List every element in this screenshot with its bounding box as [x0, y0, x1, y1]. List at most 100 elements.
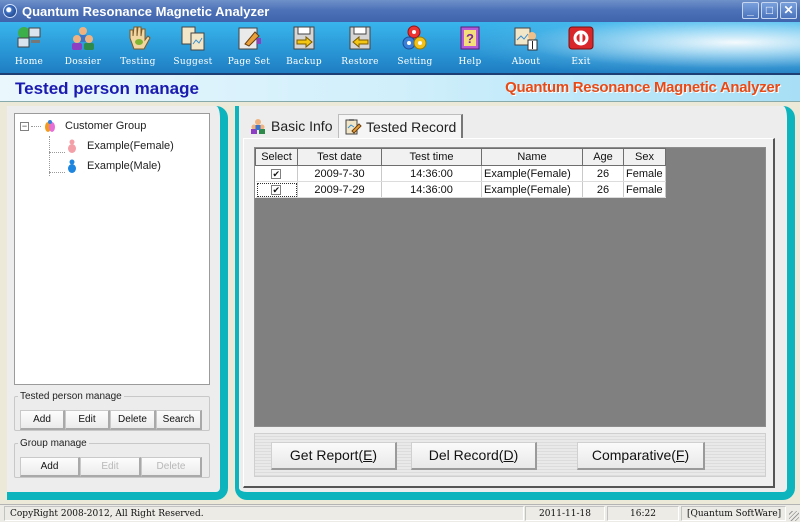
- table-row[interactable]: ✔ 2009-7-29 14:36:00 Example(Female) 26 …: [255, 181, 666, 198]
- status-bar: CopyRight 2008-2012, All Right Reserved.…: [0, 504, 800, 522]
- table-row[interactable]: ✔ 2009-7-30 14:36:00 Example(Female) 26 …: [255, 165, 666, 182]
- group-manage-group: Group manage Add Edit Delete: [14, 438, 210, 478]
- tree-node-label: Example(Male): [87, 160, 161, 172]
- toolbar-testing-label: Testing: [120, 57, 156, 67]
- male-person-icon: [68, 159, 76, 173]
- toolbar-backup-button[interactable]: Backup: [279, 24, 329, 72]
- toolbar-about-button[interactable]: About: [501, 24, 551, 72]
- tree-node-example-male[interactable]: Example(Male): [65, 159, 161, 173]
- name-cell: Example(Female): [481, 181, 583, 198]
- disk-arrow-left-icon: [349, 26, 371, 50]
- name-cell: Example(Female): [481, 165, 583, 182]
- comparative-button[interactable]: Comparative(F): [577, 442, 705, 470]
- del-record-button[interactable]: Del Record(D): [411, 442, 537, 470]
- select-cell[interactable]: ✔: [255, 165, 298, 182]
- toolbar-exit-label: Exit: [571, 57, 591, 67]
- get-report-button[interactable]: Get Report(E): [271, 442, 397, 470]
- power-icon: [568, 26, 594, 50]
- group-delete-button[interactable]: Delete: [141, 457, 202, 477]
- test-date-cell: 2009-7-30: [297, 165, 382, 182]
- minimize-icon: _: [747, 3, 754, 17]
- close-icon: ✕: [783, 3, 794, 17]
- tab-tested-record[interactable]: Tested Record: [338, 114, 464, 138]
- toolbar-testing-button[interactable]: Testing: [113, 24, 163, 72]
- right-panel: Basic Info Tested Record Select Test dat…: [235, 106, 795, 500]
- toolbar-page-set-label: Page Set: [227, 57, 271, 67]
- maximize-icon: □: [765, 3, 774, 17]
- test-date-cell: 2009-7-29: [297, 181, 382, 198]
- app-icon: [3, 4, 17, 18]
- group-people-icon: [45, 120, 55, 132]
- about-person-icon: [514, 27, 538, 51]
- person-edit-button[interactable]: Edit: [65, 410, 110, 430]
- row-checkbox[interactable]: ✔: [271, 168, 282, 179]
- records-grid[interactable]: Select Test date Test time Name Age Sex …: [254, 147, 766, 427]
- button-label-suffix: ): [372, 447, 378, 463]
- select-cell[interactable]: ✔: [255, 181, 298, 198]
- page-edit-icon: [238, 27, 261, 50]
- button-label: Get Report(: [289, 447, 364, 463]
- gears-icon: [402, 25, 427, 50]
- toolbar-home-label: Home: [14, 57, 44, 67]
- collapse-icon[interactable]: −: [20, 121, 29, 131]
- age-cell: 26: [582, 165, 624, 182]
- button-label: Comparative(: [591, 447, 676, 463]
- toolbar-exit-button[interactable]: Exit: [556, 24, 606, 72]
- column-header-test-time[interactable]: Test time: [381, 148, 482, 166]
- toolbar-help-label: Help: [458, 57, 482, 67]
- group-add-button[interactable]: Add: [20, 457, 80, 477]
- maximize-button[interactable]: □: [761, 2, 778, 19]
- tab-label: Tested Record: [366, 118, 457, 135]
- close-button[interactable]: ✕: [780, 2, 797, 19]
- toolbar-restore-button[interactable]: Restore: [335, 24, 385, 72]
- tree-connector: [49, 172, 65, 173]
- column-header-select[interactable]: Select: [255, 148, 298, 166]
- tab-basic-info[interactable]: Basic Info: [244, 114, 337, 138]
- column-header-test-date[interactable]: Test date: [297, 148, 382, 166]
- minimize-button[interactable]: _: [742, 2, 759, 19]
- person-add-button[interactable]: Add: [20, 410, 65, 430]
- toolbar-setting-button[interactable]: Setting: [390, 24, 440, 72]
- toolbar-help-button[interactable]: ? Help: [445, 24, 495, 72]
- toolbar-dossier-button[interactable]: Dossier: [58, 24, 108, 72]
- tab-label: Basic Info: [271, 118, 333, 134]
- tree-node-label: Example(Female): [87, 140, 174, 152]
- toolbar-setting-label: Setting: [397, 57, 433, 67]
- group-legend: Group manage: [20, 438, 87, 449]
- sex-cell: Female: [623, 181, 666, 198]
- computer-network-icon: [17, 27, 41, 48]
- toolbar-dossier-label: Dossier: [64, 57, 102, 67]
- clipboard-chart-icon: [181, 26, 205, 51]
- toolbar-suggest-button[interactable]: Suggest: [168, 24, 218, 72]
- column-header-sex[interactable]: Sex: [623, 148, 666, 166]
- title-bar: Quantum Resonance Magnetic Analyzer _ □ …: [0, 0, 800, 22]
- person-delete-button[interactable]: Delete: [110, 410, 156, 430]
- brand-title: Quantum Resonance Magnetic Analyzer: [505, 79, 780, 96]
- tree-connector: [49, 136, 50, 176]
- test-time-cell: 14:36:00: [381, 165, 482, 182]
- svg-text:?: ?: [466, 31, 474, 46]
- status-date: 2011-11-18: [525, 506, 605, 521]
- clipboard-edit-icon: [345, 118, 362, 134]
- tree-node-customer-group[interactable]: − Customer Group: [20, 119, 146, 133]
- person-search-button[interactable]: Search: [156, 410, 202, 430]
- accelerator-key: D: [503, 447, 514, 463]
- status-copyright: CopyRight 2008-2012, All Right Reserved.: [4, 506, 524, 521]
- tree-node-example-female[interactable]: Example(Female): [65, 139, 174, 153]
- toolbar-page-set-button[interactable]: Page Set: [224, 24, 274, 72]
- toolbar-home-button[interactable]: Home: [4, 24, 54, 72]
- main-toolbar: Home Dossier Testing Suggest Page Set Ba…: [0, 22, 800, 73]
- help-book-icon: ?: [460, 26, 480, 50]
- row-checkbox[interactable]: ✔: [271, 184, 282, 195]
- column-header-name[interactable]: Name: [481, 148, 583, 166]
- group-edit-button[interactable]: Edit: [80, 457, 141, 477]
- toolbar-restore-label: Restore: [341, 57, 379, 67]
- people-icon: [251, 119, 265, 134]
- tested-person-manage-group: Tested person manage Add Edit Delete Sea…: [14, 391, 210, 431]
- customer-tree[interactable]: − Customer Group Example(Female) Example…: [14, 113, 210, 385]
- tree-node-label: Customer Group: [65, 120, 147, 132]
- window-title: Quantum Resonance Magnetic Analyzer: [22, 3, 270, 19]
- column-header-age[interactable]: Age: [582, 148, 624, 166]
- resize-grip[interactable]: [789, 511, 799, 521]
- left-panel: − Customer Group Example(Female) Example…: [7, 106, 228, 500]
